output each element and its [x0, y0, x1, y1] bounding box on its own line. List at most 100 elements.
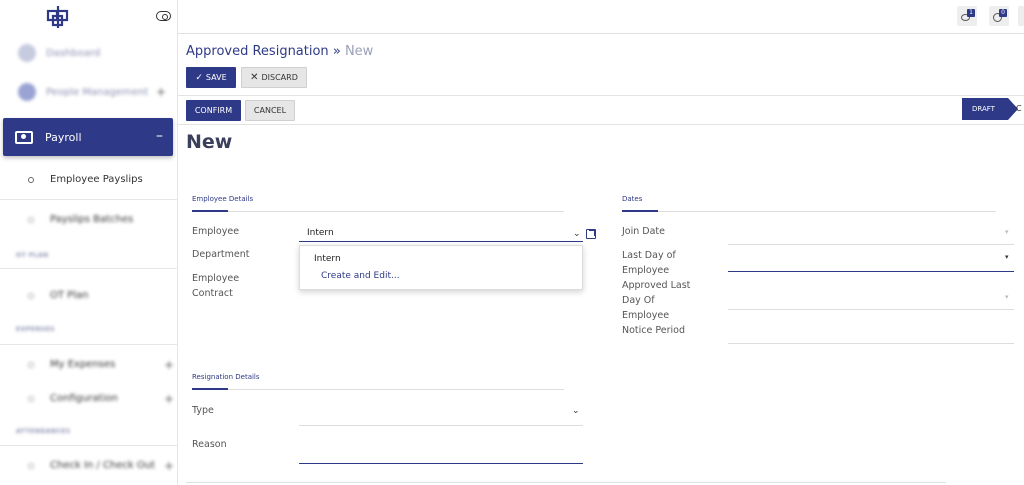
- close-icon: ✕: [250, 72, 258, 83]
- page-title: New: [186, 131, 232, 153]
- reason-label: Reason: [192, 437, 227, 452]
- notice-period-label: Notice Period: [622, 323, 685, 338]
- breadcrumb-current: New: [345, 44, 373, 59]
- divider: [0, 268, 178, 269]
- sidebar-item-my-expenses[interactable]: My Expenses +: [28, 359, 168, 370]
- sidebar-item-payslips-batches[interactable]: Payslips Batches: [28, 214, 133, 225]
- employee-autocomplete-dropdown: Intern Create and Edit...: [299, 245, 583, 290]
- employee-input-underline: [299, 241, 583, 242]
- status-next[interactable]: C: [1016, 104, 1022, 113]
- bullet-icon: [28, 463, 34, 469]
- section-divider: [622, 211, 996, 212]
- employee-details-section-title: Employee Details: [192, 195, 253, 203]
- section-divider: [192, 211, 564, 212]
- user-menu-icon[interactable]: [1018, 6, 1024, 26]
- sidebar-item-label: People Management: [46, 87, 148, 98]
- dashboard-icon: [18, 44, 36, 62]
- last-day-label: Last Day of Employee: [622, 248, 676, 278]
- employee-contract-label: Employee Contract: [192, 271, 239, 301]
- employee-input[interactable]: Intern: [307, 228, 334, 238]
- section-label-ot-plan: OT PLAN: [16, 252, 49, 259]
- divider: [178, 95, 1024, 96]
- cancel-button[interactable]: CANCEL: [245, 100, 295, 121]
- approved-last-day-label-line1: Approved Last: [622, 280, 690, 291]
- expand-icon[interactable]: +: [156, 85, 166, 99]
- discard-button-label: DISCARD: [262, 73, 298, 82]
- confirm-button[interactable]: CONFIRM: [186, 100, 241, 121]
- type-select[interactable]: [299, 425, 583, 426]
- sidebar-item-check-in-out[interactable]: Check In / Check Out +: [28, 460, 168, 471]
- sidebar-item-label: OT Plan: [50, 290, 88, 301]
- chevron-down-icon[interactable]: ▾: [1005, 293, 1009, 301]
- messages-icon[interactable]: 1: [957, 6, 977, 26]
- section-label-expenses: EXPENSES: [16, 326, 55, 333]
- breadcrumb-parent-link[interactable]: Approved Resignation: [186, 44, 329, 59]
- sidebar-toggle-icon[interactable]: [156, 11, 171, 21]
- section-divider: [192, 389, 564, 390]
- sidebar: Dashboard People Management + Payroll – …: [0, 0, 178, 485]
- divider: [0, 445, 178, 446]
- sidebar-item-label: Payroll: [45, 131, 82, 144]
- chevron-down-icon[interactable]: ⌄: [572, 406, 580, 416]
- expand-icon[interactable]: +: [164, 459, 174, 473]
- department-label: Department: [192, 247, 250, 262]
- divider: [178, 124, 1024, 125]
- check-icon: ✓: [195, 73, 203, 83]
- divider: [0, 199, 178, 200]
- dropdown-create-and-edit[interactable]: Create and Edit...: [321, 271, 400, 281]
- reason-input[interactable]: [299, 463, 583, 464]
- expand-icon[interactable]: +: [164, 392, 174, 406]
- divider: [186, 482, 946, 483]
- save-button-label: SAVE: [206, 73, 227, 82]
- approved-last-day-label-line2: Day Of: [622, 295, 655, 306]
- people-icon: [18, 83, 36, 101]
- section-accent: [192, 210, 228, 212]
- breadcrumb-separator: »: [333, 44, 341, 59]
- sidebar-item-label: Dashboard: [46, 48, 100, 59]
- sidebar-item-label: Configuration: [50, 393, 118, 404]
- divider: [0, 344, 178, 345]
- sidebar-item-payroll[interactable]: Payroll –: [3, 118, 173, 156]
- payroll-icon: [15, 131, 33, 144]
- bullet-icon: [28, 293, 34, 299]
- resignation-details-section-title: Resignation Details: [192, 373, 260, 381]
- sidebar-item-employee-payslips[interactable]: Employee Payslips: [28, 174, 143, 185]
- external-link-icon[interactable]: [586, 229, 596, 239]
- bullet-icon: [28, 362, 34, 368]
- bullet-icon: [28, 177, 34, 183]
- notice-period-input[interactable]: [728, 343, 1014, 344]
- status-draft[interactable]: DRAFT: [962, 98, 1008, 120]
- messages-count-badge: 1: [967, 9, 975, 17]
- discard-button[interactable]: ✕ DISCARD: [241, 67, 307, 88]
- join-date-input[interactable]: [728, 244, 1014, 245]
- dates-section-title: Dates: [622, 195, 642, 203]
- activities-icon[interactable]: 0: [989, 6, 1009, 26]
- employee-contract-label-line1: Employee: [192, 273, 239, 284]
- sidebar-item-label: Payslips Batches: [50, 214, 133, 225]
- sidebar-item-people-management[interactable]: People Management +: [0, 80, 178, 104]
- last-day-label-line1: Last Day of: [622, 250, 676, 261]
- collapse-icon[interactable]: –: [156, 128, 163, 144]
- topbar: 1 0: [178, 0, 1024, 34]
- approved-last-day-label: Approved Last Day Of Employee: [622, 278, 690, 323]
- chevron-down-icon[interactable]: ▾: [1005, 228, 1009, 236]
- type-label: Type: [192, 403, 214, 418]
- sidebar-item-dashboard[interactable]: Dashboard: [0, 42, 178, 64]
- sidebar-item-label: Check In / Check Out: [50, 460, 155, 471]
- section-accent: [192, 388, 228, 390]
- last-day-label-line2: Employee: [622, 265, 669, 276]
- chevron-down-icon[interactable]: ▾: [1005, 253, 1009, 261]
- approved-last-day-input[interactable]: [728, 309, 1014, 310]
- chevron-down-icon[interactable]: ⌄: [573, 229, 581, 239]
- last-day-input[interactable]: [728, 271, 1014, 272]
- sidebar-item-configuration[interactable]: Configuration +: [28, 393, 168, 404]
- dropdown-option-intern[interactable]: Intern: [314, 254, 341, 264]
- expand-icon[interactable]: +: [164, 358, 174, 372]
- save-button[interactable]: ✓ SAVE: [186, 67, 236, 88]
- bullet-icon: [28, 217, 34, 223]
- section-label-attendances: ATTENDANCES: [16, 428, 71, 435]
- employee-label: Employee: [192, 224, 239, 239]
- section-accent: [622, 210, 658, 212]
- employee-contract-label-line2: Contract: [192, 288, 233, 299]
- sidebar-item-ot-plan[interactable]: OT Plan: [28, 290, 88, 301]
